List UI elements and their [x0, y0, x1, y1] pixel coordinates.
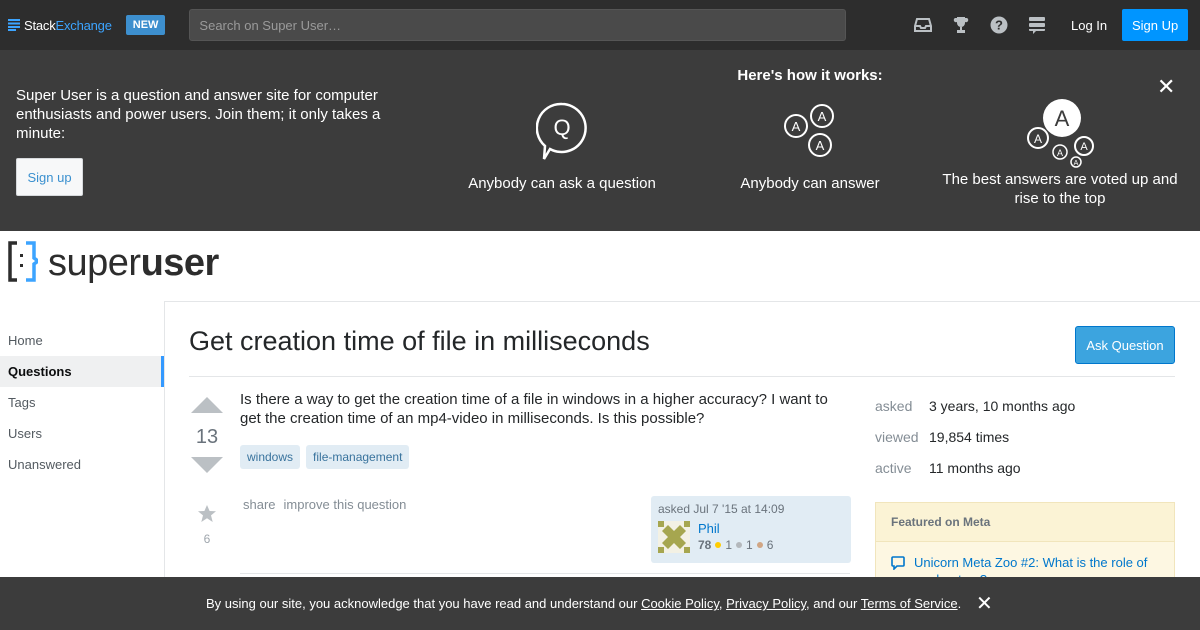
svg-text:A: A [816, 138, 825, 153]
left-nav: Home Questions Tags Users Unanswered [0, 325, 164, 480]
svg-text:A: A [1074, 160, 1079, 167]
tag-file-management[interactable]: file-management [306, 445, 410, 469]
gold-badge-count: 1 [725, 538, 733, 552]
question-stats: asked 3 years, 10 months ago viewed 19,854… [875, 390, 1075, 483]
asked-timestamp[interactable]: asked Jul 7 '15 at 14:09 [658, 502, 844, 516]
improve-question-link[interactable]: improve this question [284, 497, 407, 512]
stat-asked-value: 3 years, 10 months ago [929, 397, 1076, 414]
step-vote-label: The best answers are voted up and rise t… [942, 171, 1178, 207]
svg-text:A: A [792, 119, 801, 134]
svg-text:A: A [1034, 132, 1042, 146]
voted-answers-icon: A A A A A [1027, 99, 1094, 168]
nav-home[interactable]: Home [0, 325, 164, 356]
tag-windows[interactable]: windows [240, 445, 301, 469]
inbox-icon[interactable] [904, 0, 942, 50]
hero-intro: Super User is a question and answer site… [16, 87, 381, 142]
silver-badge-count: 1 [746, 538, 753, 552]
help-icon[interactable]: ? [980, 0, 1018, 50]
topbar-icons: ? [904, 0, 1056, 50]
step-vote: A A A A A The best answers are voted up … [940, 99, 1180, 208]
question-bubble-icon: Q [536, 102, 587, 160]
stackexchange-wordmark: StackExchange [24, 17, 112, 33]
cookie-text: By using our site, you acknowledge that … [206, 596, 962, 611]
step-ask: Q Anybody can ask a question [462, 102, 662, 193]
stat-viewed-value: 19,854 times [929, 428, 1010, 445]
superuser-bracket-icon [8, 241, 38, 282]
terms-of-service-link[interactable]: Terms of Service [861, 596, 958, 611]
svg-text:A: A [818, 109, 827, 124]
trophy-icon[interactable] [942, 0, 980, 50]
step-answer: A A A Anybody can answer [710, 102, 910, 193]
site-switcher-icon[interactable] [1018, 0, 1056, 50]
step-answer-label: Anybody can answer [740, 175, 880, 192]
new-badge[interactable]: NEW [125, 15, 166, 35]
bronze-badge-count: 6 [766, 538, 774, 552]
share-link[interactable]: share [243, 497, 276, 512]
step-ask-label: Anybody can ask a question [468, 175, 656, 192]
favorite-count: 6 [203, 532, 211, 546]
stat-asked-label: asked [875, 397, 913, 414]
nav-users[interactable]: Users [0, 418, 164, 449]
svg-text:Q: Q [553, 115, 570, 140]
welcome-hero: Super User is a question and answer site… [0, 50, 1200, 231]
svg-text:?: ? [995, 18, 1003, 33]
superuser-logo[interactable]: superuser [8, 240, 219, 286]
reputation-score: 78 [698, 538, 712, 552]
post-divider [240, 573, 850, 574]
upvote-arrow-icon[interactable] [189, 395, 225, 413]
nav-questions[interactable]: Questions [0, 356, 164, 387]
user-reputation: 78 1 1 6 [698, 538, 773, 552]
vote-count: 13 [195, 426, 219, 448]
question-title[interactable]: Get creation time of file in millisecond… [189, 326, 650, 357]
cookie-close-icon[interactable]: ✕ [976, 591, 993, 616]
cookie-policy-link[interactable]: Cookie Policy [641, 596, 719, 611]
user-name-link[interactable]: Phil [698, 521, 773, 536]
tag-list: windows file-management [240, 445, 410, 469]
stackexchange-logo[interactable]: StackExchange [8, 0, 112, 50]
gold-badge-icon [715, 542, 722, 548]
meta-chat-icon [891, 556, 905, 570]
signup-button[interactable]: Sign Up [1122, 9, 1189, 41]
bronze-badge-icon [756, 542, 763, 548]
vote-cell: 13 [189, 395, 225, 480]
hero-title: Here's how it works: [737, 67, 883, 84]
stat-viewed-label: viewed [875, 428, 919, 445]
hero-close-icon[interactable]: ✕ [1157, 76, 1175, 98]
privacy-policy-link[interactable]: Privacy Policy [726, 596, 806, 611]
downvote-arrow-icon[interactable] [189, 457, 225, 475]
avatar[interactable] [658, 521, 690, 553]
post-menu: share improve this question [243, 497, 406, 512]
nav-unanswered[interactable]: Unanswered [0, 449, 164, 480]
asker-card: asked Jul 7 '15 at 14:09 Phil 78 1 1 6 [651, 496, 851, 563]
featured-meta-heading: Featured on Meta [876, 503, 1174, 542]
ask-question-button[interactable]: Ask Question [1075, 326, 1175, 364]
answer-bubbles-icon: A A A [784, 104, 834, 157]
cookie-consent-bar: By using our site, you acknowledge that … [0, 577, 1200, 630]
hero-signup-button[interactable]: Sign up [16, 158, 83, 196]
svg-text:A: A [1057, 148, 1063, 158]
stat-active-label: active [875, 459, 912, 476]
question-body: Is there a way to get the creation time … [240, 391, 828, 427]
stat-active-value[interactable]: 11 months ago [929, 460, 1021, 476]
title-divider [189, 376, 1175, 377]
silver-badge-icon [736, 542, 743, 548]
superuser-wordmark: superuser [48, 241, 219, 284]
svg-text:A: A [1055, 106, 1070, 131]
top-bar: StackExchange NEW Search on Super User… … [0, 0, 1200, 50]
stackexchange-logo-icon [8, 19, 20, 31]
favorite-star-icon[interactable] [197, 504, 217, 524]
nav-tags[interactable]: Tags [0, 387, 164, 418]
search-input[interactable]: Search on Super User… [189, 9, 847, 41]
svg-text:A: A [1080, 141, 1088, 153]
login-link[interactable]: Log In [1059, 9, 1119, 41]
